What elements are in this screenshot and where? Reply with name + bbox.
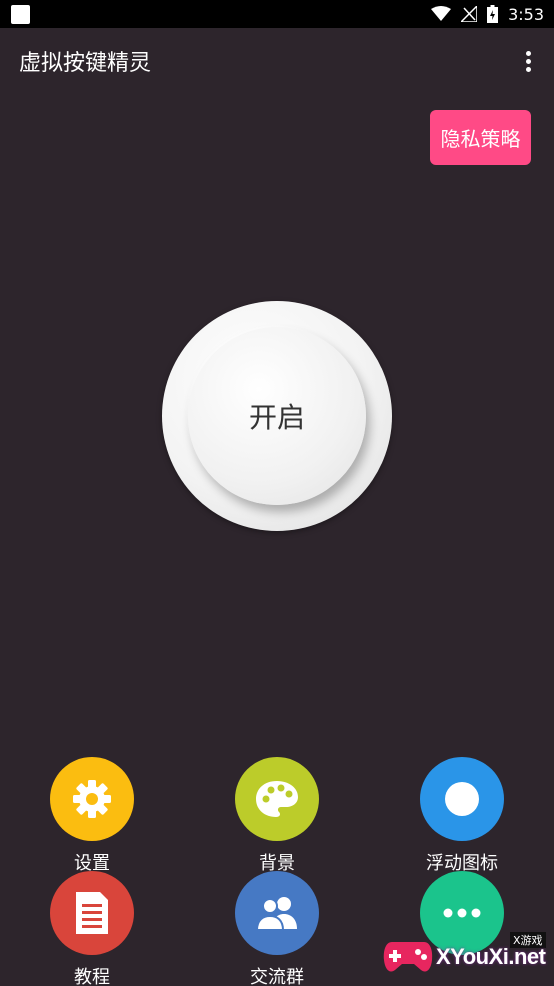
group-chat-label: 交流群 bbox=[250, 967, 304, 986]
app-bar: 虚拟按键精灵 bbox=[0, 28, 554, 94]
watermark: X游戏 XYouXi.net bbox=[382, 926, 550, 984]
app-title: 虚拟按键精灵 bbox=[19, 51, 152, 76]
dot-icon bbox=[445, 782, 479, 816]
power-button-label: 开启 bbox=[248, 401, 305, 434]
notification-app-icon bbox=[11, 5, 30, 24]
privacy-policy-button[interactable]: 隐私策略 bbox=[430, 110, 531, 165]
status-bar: 3:53 bbox=[0, 0, 554, 28]
watermark-text: XYouXi.net bbox=[436, 944, 546, 969]
tutorial-button[interactable] bbox=[50, 871, 134, 955]
settings-item[interactable]: 设置 bbox=[22, 757, 162, 875]
tutorial-item[interactable]: 教程 bbox=[22, 871, 162, 986]
overflow-menu-icon[interactable] bbox=[516, 48, 540, 74]
palette-icon bbox=[256, 781, 298, 817]
background-item[interactable]: 背景 bbox=[207, 757, 347, 875]
battery-charging-icon bbox=[487, 5, 499, 23]
group-chat-item[interactable]: 交流群 bbox=[207, 871, 347, 986]
group-icon bbox=[255, 897, 297, 931]
wifi-icon bbox=[431, 6, 452, 21]
clock: 3:53 bbox=[508, 4, 544, 24]
settings-button[interactable] bbox=[50, 757, 134, 841]
gear-icon bbox=[73, 780, 111, 818]
power-button[interactable]: 开启 bbox=[188, 327, 366, 505]
gamepad-logo-icon bbox=[383, 942, 433, 972]
document-icon bbox=[76, 892, 108, 934]
group-chat-button[interactable] bbox=[235, 871, 319, 955]
tutorial-label: 教程 bbox=[74, 967, 110, 986]
background-button[interactable] bbox=[235, 757, 319, 841]
floating-icon-item[interactable]: 浮动图标 bbox=[392, 757, 532, 875]
floating-icon-button[interactable] bbox=[420, 757, 504, 841]
no-signal-icon bbox=[461, 6, 478, 22]
more-icon bbox=[443, 908, 481, 918]
